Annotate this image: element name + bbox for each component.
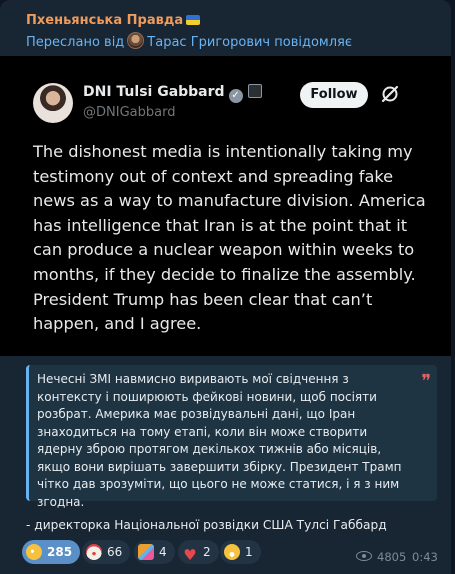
heart-emoji-icon: ♥ bbox=[183, 546, 197, 564]
tweet-author-handle: @DNIGabbard bbox=[83, 105, 176, 120]
forward-prefix: Переслано від bbox=[26, 35, 125, 50]
government-badge-icon bbox=[247, 84, 262, 98]
reaction-rofl[interactable]: 285 bbox=[22, 540, 81, 564]
quote-mark-icon: ❞ bbox=[421, 371, 431, 392]
reaction-count: 4 bbox=[159, 545, 167, 559]
reaction-count: 2 bbox=[203, 545, 211, 559]
eye-icon bbox=[356, 551, 372, 561]
tweet-text: The dishonest media is intentionally tak… bbox=[33, 142, 426, 334]
view-counter: 4805 bbox=[356, 550, 406, 564]
rofl-emoji-icon bbox=[26, 544, 42, 560]
tweet-author-name: DNI Tulsi Gabbard bbox=[83, 84, 225, 100]
reaction-party[interactable]: 4 bbox=[134, 540, 175, 564]
translation-blockquote: Нечесні ЗМІ навмисно виривають мої свідч… bbox=[26, 365, 437, 509]
ukraine-flag-icon bbox=[186, 15, 201, 25]
forward-source-name: Тарас Григорович повідомляє bbox=[147, 35, 352, 50]
channel-name[interactable]: Пхеньянська Правда bbox=[26, 13, 201, 28]
x-logo-icon bbox=[381, 85, 399, 103]
grin-emoji-icon bbox=[224, 544, 240, 560]
reaction-count: 1 bbox=[245, 545, 253, 559]
party-popper-emoji-icon bbox=[138, 544, 154, 560]
forward-header[interactable]: Переслано від Тарас Григорович повідомляє bbox=[26, 32, 352, 50]
tweet-author-name-row: DNI Tulsi Gabbard ✓ bbox=[83, 84, 262, 103]
follow-button: Follow bbox=[300, 82, 368, 108]
view-count: 4805 bbox=[377, 550, 407, 564]
reaction-count: 285 bbox=[47, 545, 73, 559]
reaction-clown[interactable]: 66 bbox=[82, 540, 131, 564]
tweet-author-avatar bbox=[33, 83, 73, 123]
tweet-screenshot[interactable]: DNI Tulsi Gabbard ✓ @DNIGabbard Follow Th… bbox=[0, 56, 451, 356]
clown-emoji-icon bbox=[86, 544, 102, 560]
channel-name-text: Пхеньянська Правда bbox=[26, 13, 184, 28]
message-signature: - директорка Національної розвідки США Т… bbox=[26, 518, 387, 532]
quote-text: Нечесні ЗМІ навмисно виривають мої свідч… bbox=[37, 372, 402, 509]
message-bubble: Пхеньянська Правда Переслано від Тарас Гр… bbox=[0, 0, 451, 574]
message-time: 0:43 bbox=[412, 550, 438, 564]
forward-source-avatar bbox=[127, 32, 145, 49]
reaction-heart[interactable]: ♥ 2 bbox=[178, 540, 219, 564]
verified-badge-icon: ✓ bbox=[228, 89, 243, 103]
reaction-grin[interactable]: 1 bbox=[220, 540, 261, 564]
reaction-count: 66 bbox=[107, 545, 123, 559]
